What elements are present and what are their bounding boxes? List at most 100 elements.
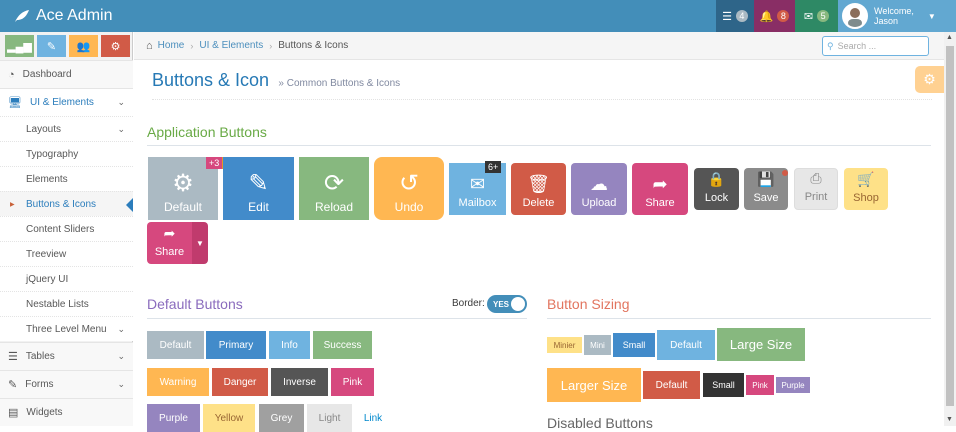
primary-button[interactable]: Primary (206, 331, 266, 359)
sidebar-item-buttons-icons[interactable]: ▶ Buttons & Icons (0, 191, 133, 216)
app-button-share-dropdown[interactable]: ➦ Share (147, 222, 192, 264)
brand[interactable]: Ace Admin (14, 7, 112, 25)
chevron-right-icon: › (269, 40, 273, 51)
app-button-edit[interactable]: ✎ Edit (223, 157, 294, 220)
page-title: Buttons & Icon (152, 70, 270, 90)
app-button-undo[interactable]: ↺ Undo (374, 157, 444, 220)
sidebar-item-label: Nestable Lists (26, 298, 89, 310)
small-button-2[interactable]: Small (703, 373, 744, 397)
search-input[interactable]: ⚲ Search ... (822, 36, 929, 56)
badge-6plus: 6+ (485, 161, 502, 173)
app-button-label: Reload (314, 200, 354, 214)
navbar: Ace Admin ☰ 4 🔔 8 ✉ 5 Welcome, Jason ▼ (0, 0, 956, 32)
edit-icon: ✎ (248, 170, 269, 197)
shortcut-edit-button[interactable]: ✎ (37, 35, 66, 57)
sidebar-item-nestable-lists[interactable]: Nestable Lists (0, 291, 133, 316)
tasks-button[interactable]: ☰ 4 (716, 0, 754, 32)
scrollbar[interactable]: ▲ ▼ (944, 32, 956, 426)
sidebar-item-elements[interactable]: Elements (0, 166, 133, 191)
leaf-icon (15, 10, 29, 22)
settings-button[interactable]: ⚙ (915, 66, 944, 93)
default-size-button[interactable]: Default (657, 330, 715, 360)
link-button[interactable]: Link (355, 404, 391, 432)
print-icon: ⎙ (810, 170, 822, 186)
warning-button[interactable]: Warning (147, 368, 209, 396)
default-size-button-2[interactable]: Default (643, 371, 700, 399)
sidebar-item-ui-elements[interactable]: 🖥 UI & Elements ⌄ (0, 88, 133, 116)
sidebar-item-treeview[interactable]: Treeview (0, 241, 133, 266)
trash-icon: 🗑 (527, 174, 550, 194)
pink-button[interactable]: Pink (331, 368, 374, 396)
sidebar-item-dashboard[interactable]: ◔ Dashboard (0, 60, 133, 88)
messages-count: 5 (817, 10, 830, 22)
sidebar-item-tables[interactable]: ☰ Tables ⌄ (0, 342, 133, 370)
sidebar-item-jquery-ui[interactable]: jQuery UI (0, 266, 133, 291)
breadcrumb-home-link[interactable]: Home (158, 40, 185, 51)
breadcrumb-section-link[interactable]: UI & Elements (199, 40, 263, 51)
border-toggle[interactable]: YES (487, 295, 527, 313)
app-button-label: Undo (394, 200, 424, 214)
section-title-app-buttons: Application Buttons (147, 124, 267, 140)
floppy-icon: 💾 (757, 171, 775, 187)
app-button-save[interactable]: 💾 Save (744, 168, 788, 210)
inverse-button[interactable]: Inverse (271, 368, 328, 396)
app-button-delete[interactable]: 🗑 Delete (511, 163, 566, 215)
success-button[interactable]: Success (313, 331, 372, 359)
app-button-share[interactable]: ➦ Share (632, 163, 688, 215)
chevron-down-icon: ⌄ (117, 97, 125, 107)
user-info: Welcome, Jason (874, 6, 914, 26)
pink-mini-button[interactable]: Pink (746, 375, 774, 395)
app-button-label: Mailbox (458, 197, 497, 209)
default-button[interactable]: Default (147, 331, 204, 359)
signal-icon: ▂▄▆ (7, 40, 32, 53)
small-button[interactable]: Small (613, 333, 655, 357)
app-button-label: Upload (581, 197, 617, 209)
sidebar-item-typography[interactable]: Typography (0, 141, 133, 166)
app-button-default[interactable]: ⚙ Default +3 11 (148, 157, 238, 220)
app-button-print[interactable]: ⎙ Print (794, 168, 838, 210)
app-button-shop[interactable]: 🛒 Shop (844, 168, 888, 210)
app-button-mailbox[interactable]: ✉ Mailbox 6+ (449, 161, 506, 215)
app-button-lock[interactable]: 🔒 Lock (694, 168, 739, 210)
purple-minier-button[interactable]: Purple (776, 377, 810, 393)
shortcut-settings-button[interactable]: ⚙ (101, 35, 130, 57)
large-size-button[interactable]: Large Size (717, 328, 805, 361)
sidebar-item-forms[interactable]: ✎ Forms ⌄ (0, 370, 133, 398)
light-button[interactable]: Light (307, 404, 352, 432)
shortcut-stats-button[interactable]: ▂▄▆ (5, 35, 34, 57)
grey-button[interactable]: Grey (259, 404, 304, 432)
info-button[interactable]: Info (269, 331, 310, 359)
minier-button[interactable]: Minier (547, 337, 582, 353)
refresh-icon: ⟳ (323, 170, 345, 197)
chevron-down-icon: ⌄ (117, 123, 125, 134)
mini-button[interactable]: Mini (584, 335, 611, 355)
sidebar: ▂▄▆ ✎ 👥 ⚙ ◔ Dashboard 🖥 UI & Elements ⌄ … (0, 32, 133, 426)
sidebar-shortcuts: ▂▄▆ ✎ 👥 ⚙ (0, 32, 132, 60)
notification-dot (782, 170, 788, 176)
divider (147, 318, 527, 319)
yellow-button[interactable]: Yellow (203, 404, 255, 432)
app-button-upload[interactable]: ☁ Upload (571, 163, 627, 215)
larger-size-button[interactable]: Larger Size (547, 368, 641, 402)
divider (547, 318, 931, 319)
sidebar-item-content-sliders[interactable]: Content Sliders (0, 216, 133, 241)
messages-button[interactable]: ✉ 5 (795, 0, 838, 32)
app-button-reload[interactable]: ⟳ Reload (299, 157, 369, 220)
sidebar-item-label: Content Sliders (26, 223, 95, 235)
sidebar-item-label: Tables (25, 351, 55, 362)
scrollbar-thumb[interactable] (946, 46, 954, 406)
purple-button[interactable]: Purple (147, 404, 200, 432)
app-button-label: Share (645, 197, 675, 209)
sidebar-item-layouts[interactable]: Layouts ⌄ (0, 116, 133, 141)
shortcut-users-button[interactable]: 👥 (69, 35, 98, 57)
danger-button[interactable]: Danger (212, 368, 268, 396)
notifications-button[interactable]: 🔔 8 (754, 0, 795, 32)
app-button-label: Save (753, 192, 779, 204)
user-menu[interactable]: Welcome, Jason ▼ (838, 0, 956, 32)
brand-name: Ace Admin (36, 7, 113, 24)
dropdown-toggle-button[interactable]: ▼ (192, 222, 208, 264)
chevron-down-icon: ⌄ (117, 379, 125, 389)
shopping-cart-icon: 🛒 (857, 171, 875, 187)
sidebar-item-widgets[interactable]: ▤ Widgets (0, 398, 133, 426)
sidebar-item-three-level-menu[interactable]: Three Level Menu ⌄ (0, 316, 133, 341)
